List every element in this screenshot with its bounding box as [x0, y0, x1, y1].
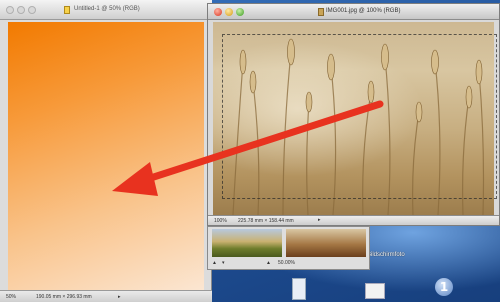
zoom-icon[interactable]	[236, 8, 244, 16]
left-window-statusbar: 50% 190.05 mm × 296.93 mm ▸	[0, 290, 212, 302]
left-dimensions-text: 190.05 mm × 296.93 mm	[36, 294, 92, 300]
right-status-menu-icon[interactable]: ▸	[318, 217, 321, 223]
right-dimensions-text: 225.78 mm × 158.44 mm	[238, 218, 294, 224]
palette-zoom-field[interactable]: 50.00%	[278, 260, 295, 266]
close-icon[interactable]	[6, 6, 14, 14]
right-window-statusbar: 100% 225.78 mm × 158.44 mm ▸	[208, 215, 499, 225]
new-document-window: Untitled-1 @ 50% (RGB) 50% 190.05 mm × 2…	[0, 0, 212, 302]
navigator-palette: ▲ ▾ ▲ 50.00%	[207, 226, 370, 270]
selection-marquee[interactable]	[222, 34, 497, 199]
zoom-icon[interactable]	[28, 6, 36, 14]
desktop-file-label[interactable]: Bildschirmfoto	[367, 252, 427, 259]
zoom-out-icon[interactable]: ▲	[212, 260, 217, 266]
field-thumbnail[interactable]	[286, 229, 366, 257]
orange-gradient-canvas[interactable]	[8, 22, 204, 290]
document-icon	[64, 6, 70, 14]
right-window-title: IMG001.jpg @ 100% (RGB)	[326, 8, 401, 14]
zoom-in-icon[interactable]: ▲	[266, 260, 271, 266]
zoom-slider-icon[interactable]: ▾	[222, 260, 225, 266]
left-window-titlebar[interactable]: Untitled-1 @ 50% (RGB)	[0, 0, 212, 20]
left-status-menu-icon[interactable]: ▸	[118, 294, 121, 300]
right-zoom-field[interactable]: 100%	[214, 218, 227, 224]
dock-app-icon[interactable]: 1	[435, 278, 453, 296]
photo-document-window: IMG001.jpg @ 100% (RGB) 100% 225.78 mm ×…	[207, 3, 500, 226]
document-icon	[318, 8, 324, 16]
left-zoom-field[interactable]: 50%	[6, 294, 16, 300]
right-window-titlebar[interactable]: IMG001.jpg @ 100% (RGB)	[208, 4, 499, 20]
left-window-title: Untitled-1 @ 50% (RGB)	[74, 6, 140, 12]
minimize-icon[interactable]	[225, 8, 233, 16]
landscape-thumbnail[interactable]	[212, 229, 282, 257]
close-icon[interactable]	[214, 8, 222, 16]
desktop-file-icon[interactable]	[292, 278, 306, 300]
desktop-document-icon[interactable]	[365, 283, 385, 299]
minimize-icon[interactable]	[17, 6, 25, 14]
